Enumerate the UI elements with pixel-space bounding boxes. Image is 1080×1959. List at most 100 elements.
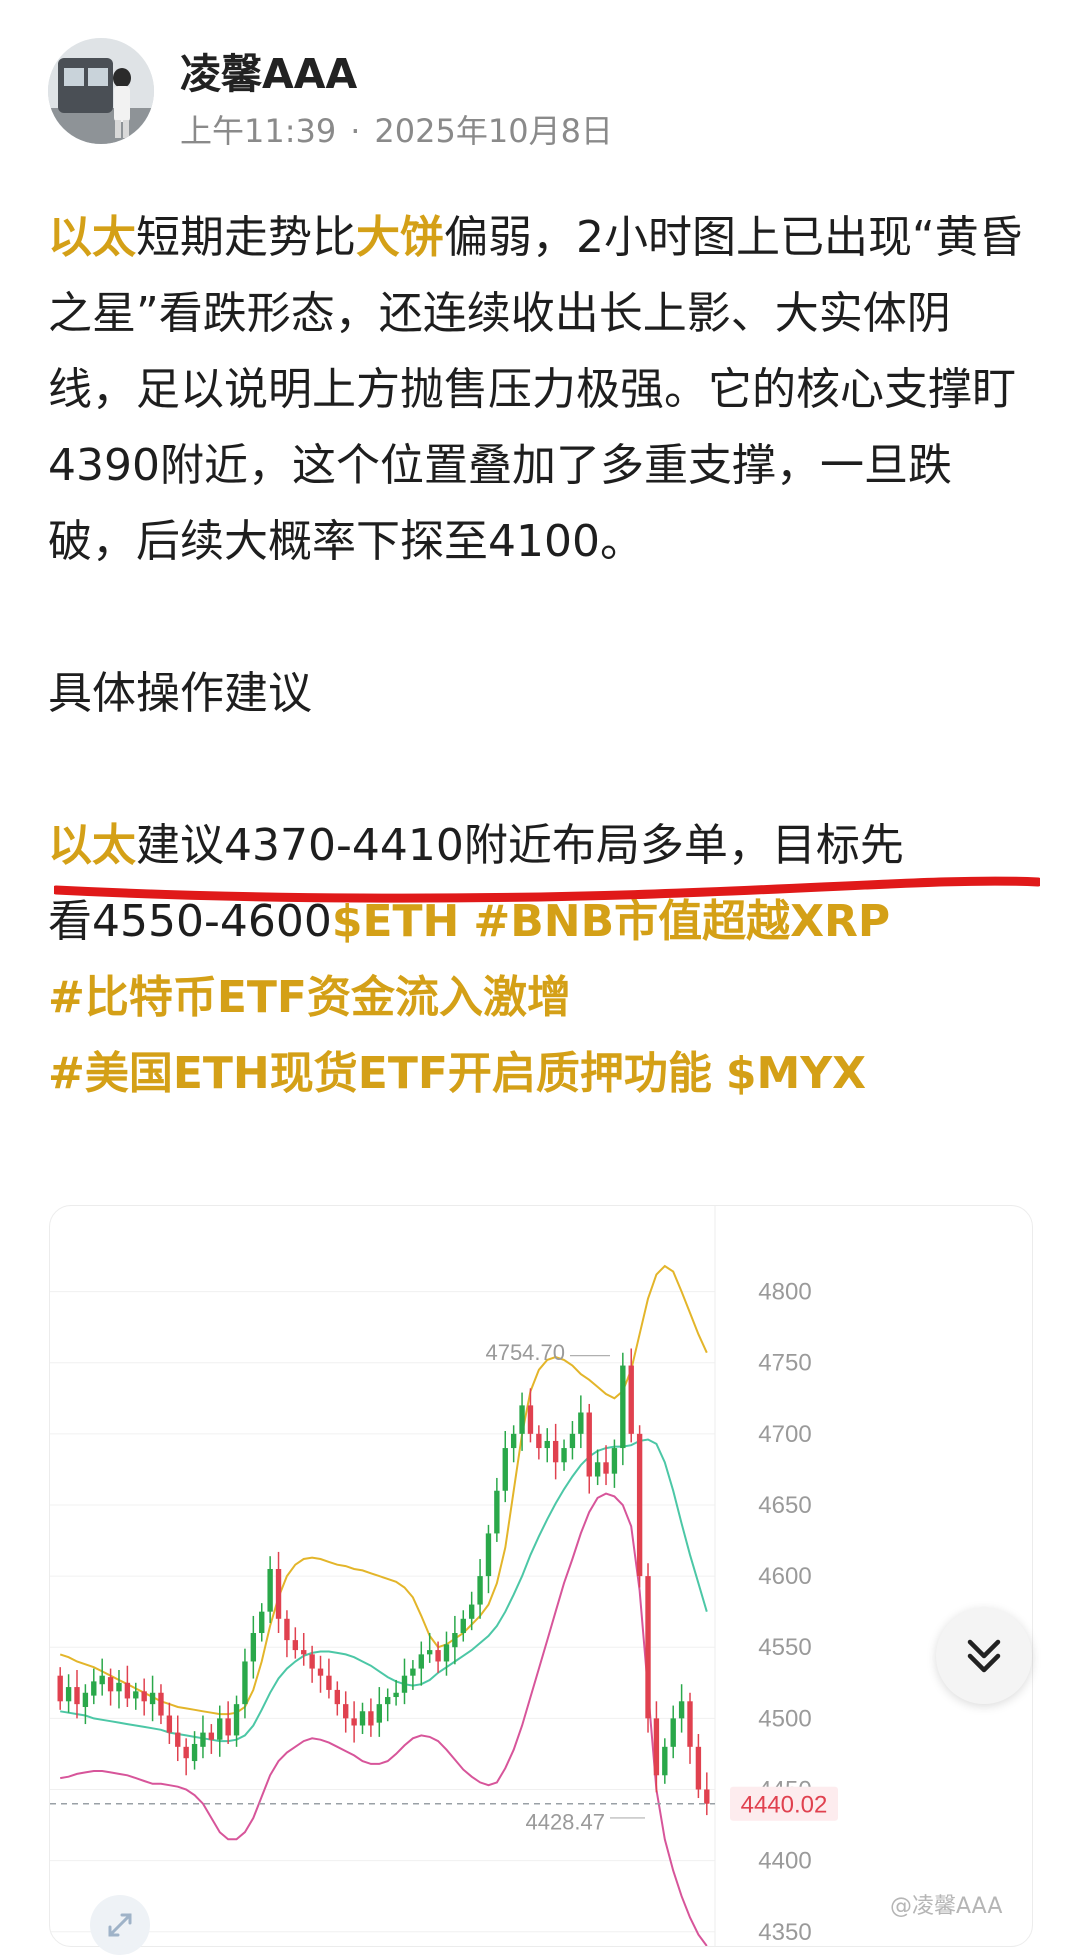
tag-btc-etf[interactable]: #比特币ETF资金流入激增 bbox=[48, 972, 571, 1023]
candle-body bbox=[468, 1604, 475, 1619]
candle-body bbox=[385, 1697, 391, 1705]
candle-body bbox=[653, 1718, 660, 1776]
candle-body bbox=[704, 1789, 710, 1804]
candle-body bbox=[569, 1433, 576, 1449]
post-meta: 上午11:39 · 2025年10月8日 bbox=[180, 106, 613, 152]
candle-body bbox=[611, 1448, 618, 1474]
candle-body bbox=[292, 1640, 299, 1651]
candle-body bbox=[418, 1654, 424, 1669]
candle-body bbox=[393, 1692, 399, 1698]
band-line-middle bbox=[60, 1438, 708, 1743]
y-tick-label: 4350 bbox=[758, 1919, 811, 1946]
candle-body bbox=[527, 1405, 534, 1434]
post-paragraph-heading: 具体操作建议 bbox=[48, 668, 312, 719]
candle-body bbox=[552, 1440, 559, 1463]
advice-text: 建议4370-4410附近布局多单，目标先 bbox=[136, 820, 904, 871]
candle-body bbox=[133, 1691, 139, 1699]
candle-body bbox=[124, 1682, 131, 1699]
y-tick-label: 4550 bbox=[758, 1634, 811, 1661]
candle-body bbox=[536, 1433, 542, 1449]
candle-body bbox=[343, 1704, 349, 1719]
post-paragraph-advice: 以太建议4370-4410附近布局多单，目标先 看4550-4600$ETH #B… bbox=[48, 808, 1038, 1112]
author-avatar[interactable] bbox=[48, 38, 154, 144]
tag-eth-etf[interactable]: #美国ETH现货ETF开启质押功能 bbox=[48, 1048, 712, 1099]
candle-body bbox=[191, 1743, 198, 1762]
candle-body bbox=[578, 1412, 584, 1434]
keyword-eth: 以太 bbox=[48, 212, 136, 263]
candlestick-chart: 4800475047004650460045504500445044004350… bbox=[50, 1206, 838, 1946]
post-body: 以太短期走势比大饼偏弱，2小时图上已出现“黄昏之星”看跌形态，还连续收出长上影、… bbox=[48, 200, 1038, 1112]
y-tick-label: 4650 bbox=[758, 1492, 811, 1519]
candle-body bbox=[116, 1682, 122, 1692]
expand-image-button[interactable] bbox=[90, 1895, 150, 1955]
text-segment: 短期走势比 bbox=[136, 212, 356, 263]
candle-body bbox=[107, 1677, 114, 1692]
candle-body bbox=[368, 1711, 374, 1726]
candle-body bbox=[519, 1405, 525, 1434]
high-price-label: 4754.70 bbox=[485, 1340, 565, 1365]
post-date: 2025年10月8日 bbox=[374, 112, 613, 150]
scroll-down-button[interactable] bbox=[936, 1608, 1032, 1704]
candle-body bbox=[401, 1675, 408, 1693]
expand-arrows-icon bbox=[108, 1913, 132, 1937]
low-price-label: 4428.47 bbox=[525, 1809, 605, 1834]
candle-body bbox=[687, 1701, 693, 1747]
candle-body bbox=[502, 1448, 508, 1491]
y-tick-label: 4800 bbox=[758, 1279, 811, 1306]
candle-body bbox=[460, 1618, 466, 1634]
y-tick-label: 4500 bbox=[758, 1705, 811, 1732]
candle-body bbox=[636, 1433, 643, 1577]
candle-body bbox=[267, 1568, 273, 1612]
chart-watermark: @凌馨AAA bbox=[890, 1894, 1003, 1919]
candle-body bbox=[494, 1490, 500, 1534]
candle-body bbox=[477, 1576, 483, 1605]
candle-body bbox=[603, 1462, 609, 1474]
candle-body bbox=[645, 1576, 651, 1719]
candle-body bbox=[208, 1732, 215, 1740]
candle-body bbox=[586, 1412, 592, 1477]
candle-body bbox=[326, 1675, 332, 1690]
candle-body bbox=[309, 1654, 315, 1669]
candle-body bbox=[217, 1718, 223, 1740]
tag-myx[interactable]: $MYX bbox=[726, 1048, 866, 1099]
candle-body bbox=[678, 1701, 685, 1719]
candle-body bbox=[426, 1650, 433, 1655]
post-paragraph-analysis: 以太短期走势比大饼偏弱，2小时图上已出现“黄昏之星”看跌形态，还连续收出长上影、… bbox=[48, 200, 1038, 580]
candle-body bbox=[544, 1440, 550, 1449]
candle-body bbox=[57, 1675, 63, 1702]
meta-separator: · bbox=[350, 112, 361, 150]
candle-body bbox=[359, 1711, 366, 1726]
candle-body bbox=[242, 1661, 248, 1705]
keyword-eth: 以太 bbox=[48, 820, 136, 871]
candle-body bbox=[620, 1365, 626, 1449]
price-chart-card[interactable]: 4800475047004650460045504500445044004350… bbox=[49, 1205, 1033, 1947]
candle-body bbox=[82, 1692, 89, 1707]
candle-body bbox=[443, 1644, 450, 1662]
candle-body bbox=[259, 1611, 265, 1634]
y-tick-label: 4400 bbox=[758, 1848, 811, 1875]
candle-body bbox=[376, 1704, 382, 1723]
candle-body bbox=[175, 1732, 181, 1747]
last-price-label: 4440.02 bbox=[741, 1792, 828, 1819]
text-segment: 偏弱，2小时图上已出现“黄昏之星”看跌形态，还连续收出长上影、大实体阴线，足以说… bbox=[48, 212, 1023, 567]
candle-body bbox=[225, 1718, 231, 1736]
double-chevron-down-icon bbox=[967, 1639, 1001, 1673]
y-tick-label: 4700 bbox=[758, 1421, 811, 1448]
candle-body bbox=[594, 1462, 601, 1477]
candle-body bbox=[91, 1681, 97, 1696]
candle-body bbox=[183, 1746, 189, 1759]
avatar-photo bbox=[48, 38, 154, 144]
candle-body bbox=[317, 1668, 324, 1676]
candle-body bbox=[435, 1650, 441, 1662]
candle-body bbox=[695, 1746, 702, 1790]
candle-body bbox=[452, 1633, 458, 1648]
candle-body bbox=[250, 1633, 257, 1662]
author-name[interactable]: 凌馨AAA bbox=[180, 40, 357, 100]
candle-body bbox=[158, 1692, 164, 1716]
candle-body bbox=[74, 1687, 80, 1705]
red-underline-annotation bbox=[54, 876, 1040, 903]
candle-body bbox=[334, 1689, 341, 1705]
post-time: 上午11:39 bbox=[180, 112, 337, 150]
